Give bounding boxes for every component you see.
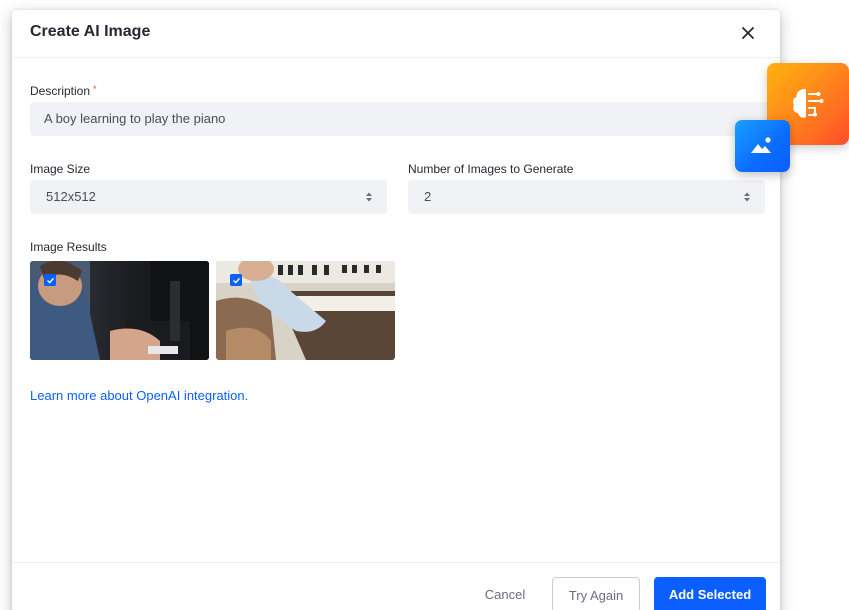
learn-more-link[interactable]: Learn more about OpenAI integration. bbox=[30, 388, 248, 403]
result-image-2-checkbox[interactable] bbox=[230, 274, 242, 286]
description-label: Description * bbox=[30, 84, 97, 98]
image-count-label: Number of Images to Generate bbox=[408, 162, 574, 176]
result-image-2-picture bbox=[216, 261, 395, 360]
image-icon bbox=[751, 137, 771, 153]
checkbox-checked-icon bbox=[232, 277, 240, 284]
result-image-1-picture bbox=[30, 261, 209, 360]
select-arrows-icon bbox=[366, 192, 372, 202]
dialog-footer: Cancel Try Again Add Selected bbox=[12, 562, 780, 610]
create-ai-image-dialog: Create AI Image Description * A boy learn… bbox=[12, 10, 780, 610]
image-size-label: Image Size bbox=[30, 162, 91, 176]
page: Create AI Image Description * A boy learn… bbox=[0, 0, 849, 610]
result-image-2[interactable] bbox=[216, 261, 395, 360]
select-arrows-icon bbox=[744, 192, 750, 202]
result-image-1[interactable] bbox=[30, 261, 209, 360]
checkbox-checked-icon bbox=[46, 277, 54, 284]
image-size-select[interactable]: 512x512 bbox=[30, 180, 387, 214]
image-count-select[interactable]: 2 bbox=[408, 180, 765, 214]
description-label-text: Description bbox=[30, 84, 91, 98]
image-count-value: 2 bbox=[424, 189, 432, 204]
description-input[interactable]: A boy learning to play the piano bbox=[30, 102, 776, 136]
ai-brain-icon bbox=[792, 89, 824, 118]
cancel-button[interactable]: Cancel bbox=[470, 577, 540, 610]
dialog-header: Create AI Image bbox=[12, 10, 780, 58]
close-button[interactable] bbox=[734, 19, 762, 47]
try-again-button[interactable]: Try Again bbox=[552, 577, 640, 610]
required-marker: * bbox=[93, 84, 97, 94]
add-selected-button[interactable]: Add Selected bbox=[654, 577, 766, 610]
dialog-title: Create AI Image bbox=[30, 23, 151, 40]
image-results-label: Image Results bbox=[30, 240, 107, 254]
close-icon bbox=[742, 27, 754, 39]
result-image-1-checkbox[interactable] bbox=[44, 274, 56, 286]
image-size-value: 512x512 bbox=[46, 189, 96, 204]
image-badge bbox=[735, 120, 790, 172]
